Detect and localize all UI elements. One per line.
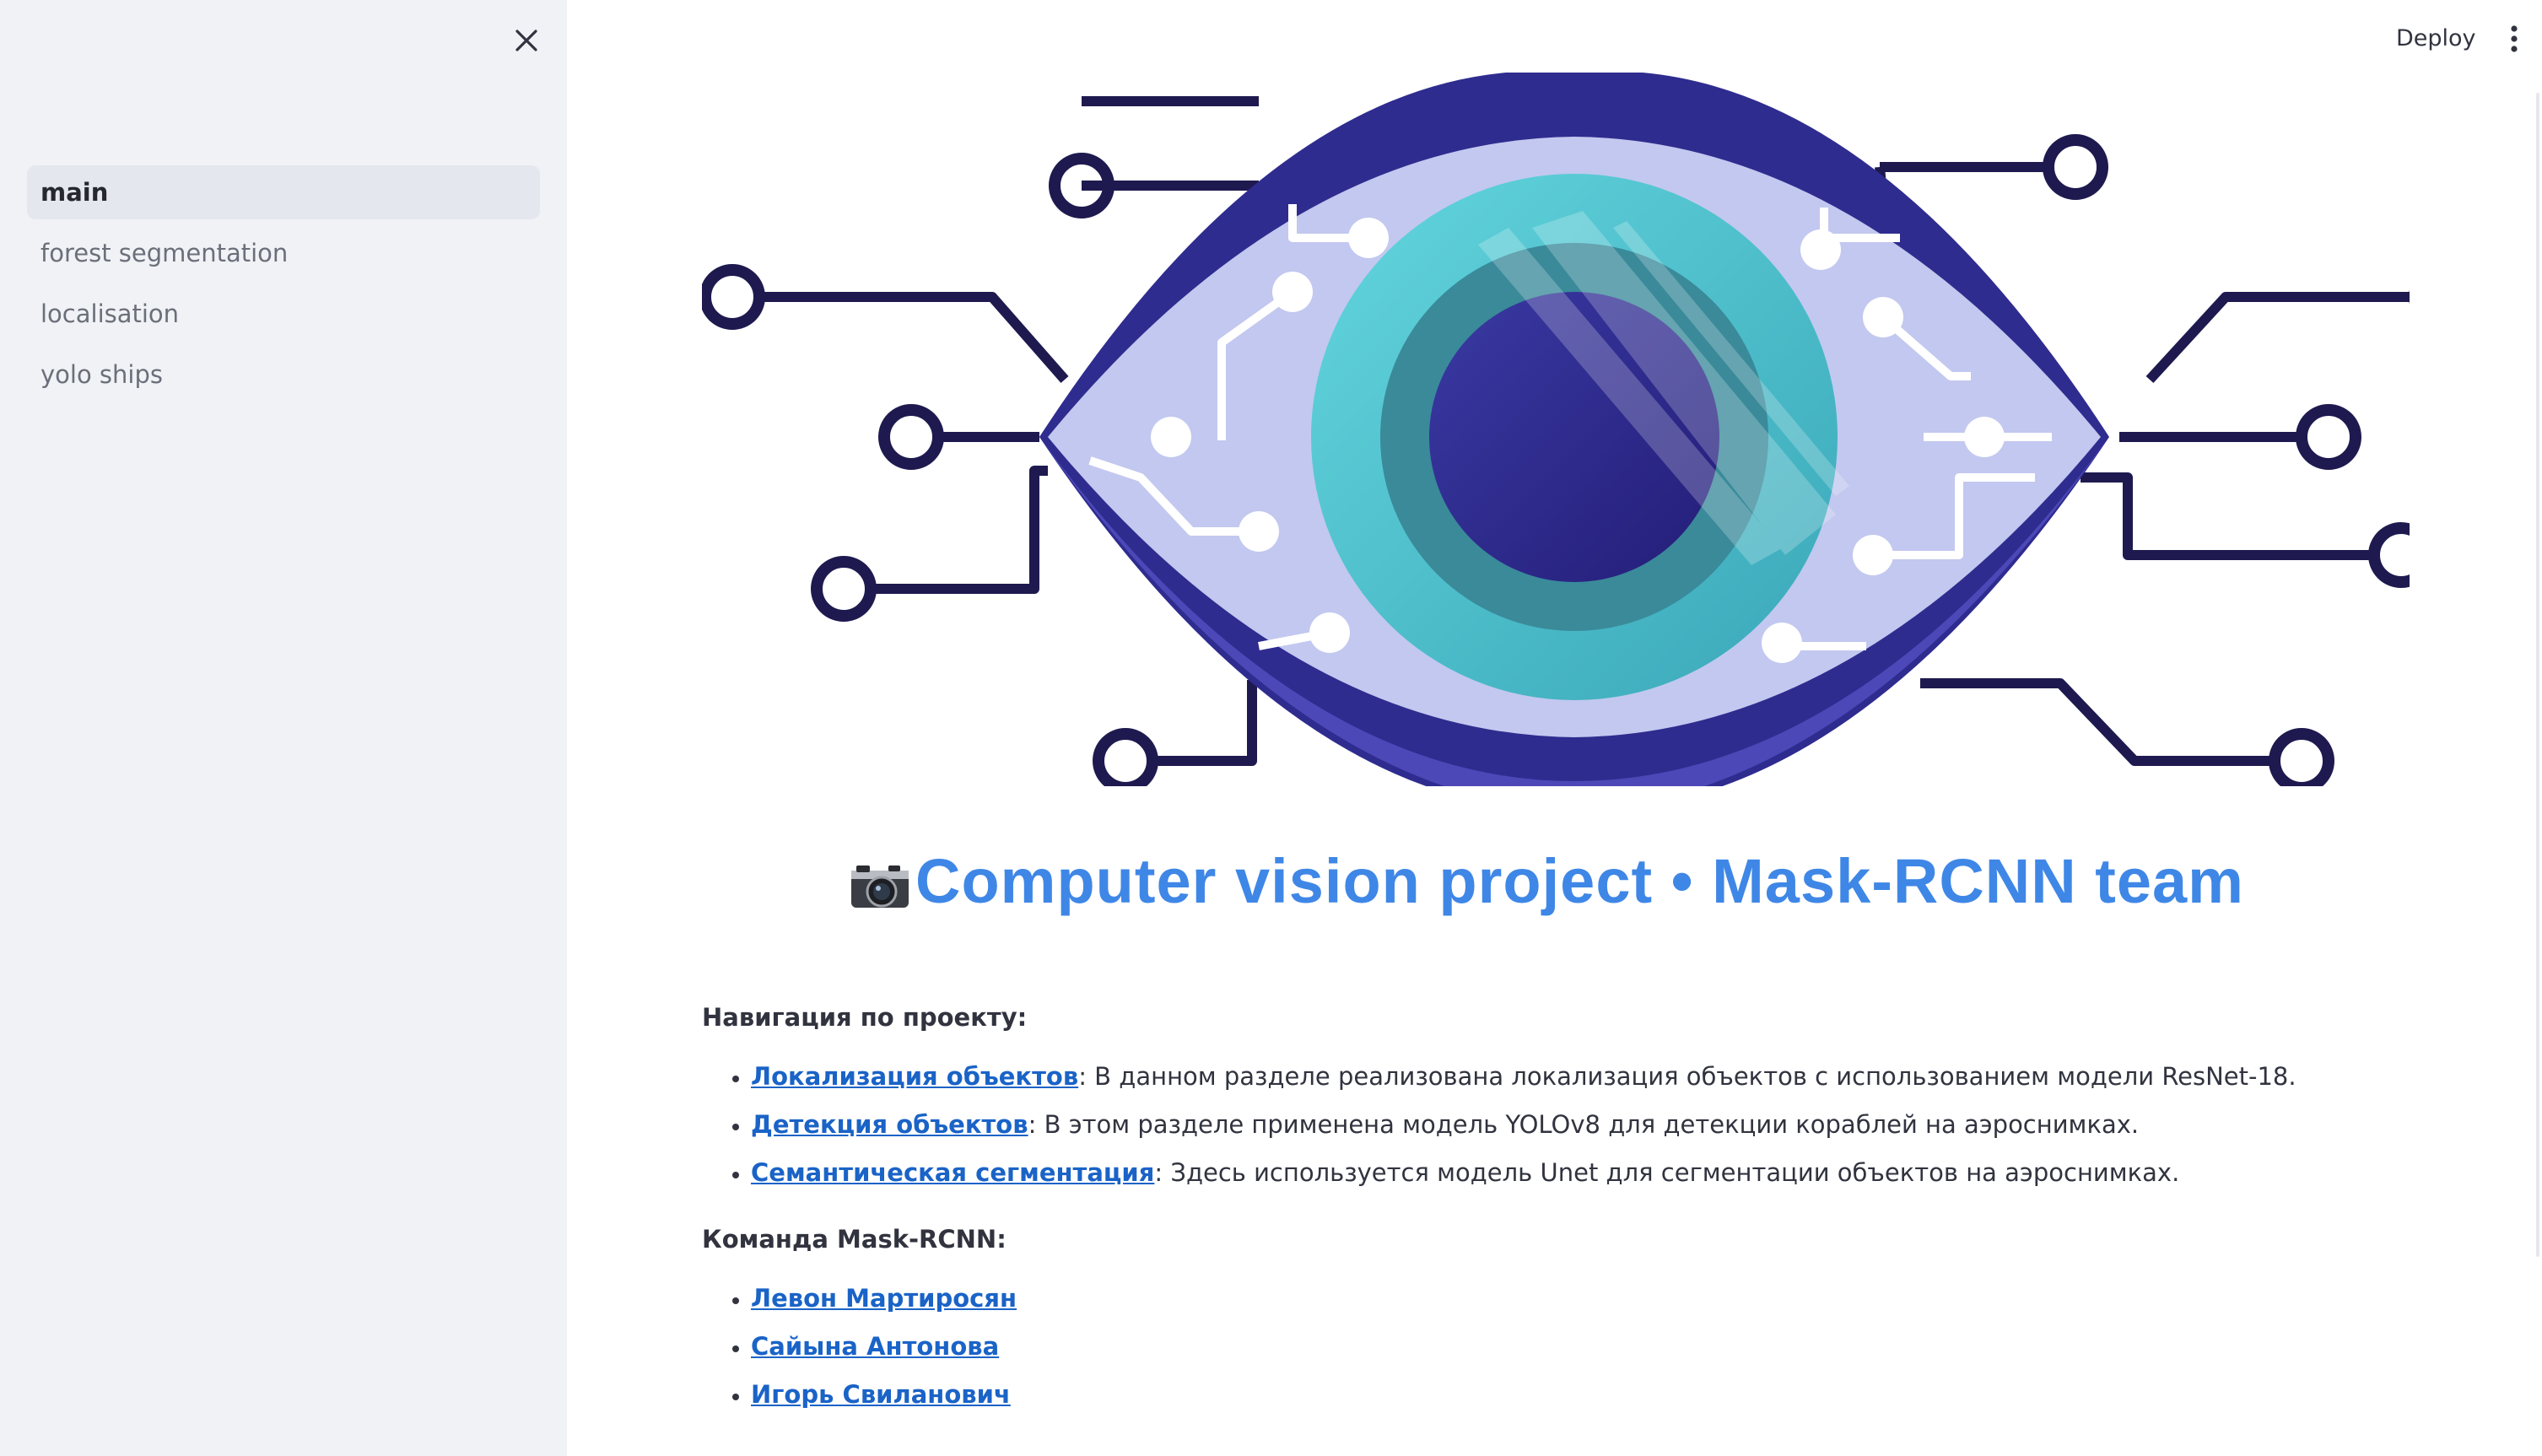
team-heading: Команда Mask-RCNN: xyxy=(702,1225,1007,1254)
link-localisation[interactable]: Локализация объектов xyxy=(751,1062,1078,1091)
list-item-text: : Здесь используется модель Unet для сег… xyxy=(1154,1158,2180,1187)
sidebar-item-label: yolo ships xyxy=(40,360,163,389)
list-item: Сайына Антонова xyxy=(751,1323,2474,1371)
page-title-text: Computer vision project • Mask-RCNN team xyxy=(915,846,2244,916)
more-vert-icon[interactable] xyxy=(2497,20,2531,57)
page-title: Computer vision project • Mask-RCNN team xyxy=(567,845,2542,921)
sidebar-item-yolo-ships[interactable]: yolo ships xyxy=(27,348,540,402)
navigation-heading: Навигация по проекту: xyxy=(702,1003,1028,1032)
sidebar-item-label: forest segmentation xyxy=(40,239,289,267)
list-item: Игорь Свиланович xyxy=(751,1371,2474,1419)
cyber-eye-illustration xyxy=(702,73,2410,786)
sidebar-item-localisation[interactable]: localisation xyxy=(27,287,540,341)
scrollbar[interactable] xyxy=(2536,93,2539,1257)
list-item: Левон Мартиросян xyxy=(751,1275,2474,1323)
sidebar: main forest segmentation localisation yo… xyxy=(0,0,567,1456)
list-item: Семантическая сегментация: Здесь использ… xyxy=(751,1149,2474,1197)
link-team-member[interactable]: Левон Мартиросян xyxy=(751,1284,1017,1313)
sidebar-item-forest-segmentation[interactable]: forest segmentation xyxy=(27,226,540,280)
deploy-label: Deploy xyxy=(2396,24,2476,51)
navigation-list: Локализация объектов: В данном разделе р… xyxy=(702,1053,2474,1197)
sidebar-item-main[interactable]: main xyxy=(27,165,540,219)
link-team-member[interactable]: Сайына Антонова xyxy=(751,1332,999,1361)
sidebar-item-label: localisation xyxy=(40,299,180,328)
list-item: Локализация объектов: В данном разделе р… xyxy=(751,1053,2474,1101)
link-segmentation[interactable]: Семантическая сегментация xyxy=(751,1158,1154,1187)
list-item-text: : В этом разделе применена модель YOLOv8… xyxy=(1028,1110,2140,1139)
app-window: main forest segmentation localisation yo… xyxy=(0,0,2542,1456)
markdown-content: Навигация по проекту: Локализация объект… xyxy=(702,994,2474,1437)
link-team-member[interactable]: Игорь Свиланович xyxy=(751,1380,1011,1409)
sidebar-item-label: main xyxy=(40,178,109,207)
link-detection[interactable]: Детекция объектов xyxy=(751,1110,1028,1139)
list-item-text: : В данном разделе реализована локализац… xyxy=(1078,1062,2296,1091)
sidebar-nav: main forest segmentation localisation yo… xyxy=(27,165,540,408)
camera-icon xyxy=(848,855,912,908)
list-item: Детекция объектов: В этом разделе примен… xyxy=(751,1101,2474,1149)
deploy-button[interactable]: Deploy xyxy=(2383,19,2490,57)
main-content: Computer vision project • Mask-RCNN team… xyxy=(567,0,2542,1456)
close-icon[interactable] xyxy=(506,20,547,61)
team-list: Левон Мартиросян Сайына Антонова Игорь С… xyxy=(702,1275,2474,1419)
